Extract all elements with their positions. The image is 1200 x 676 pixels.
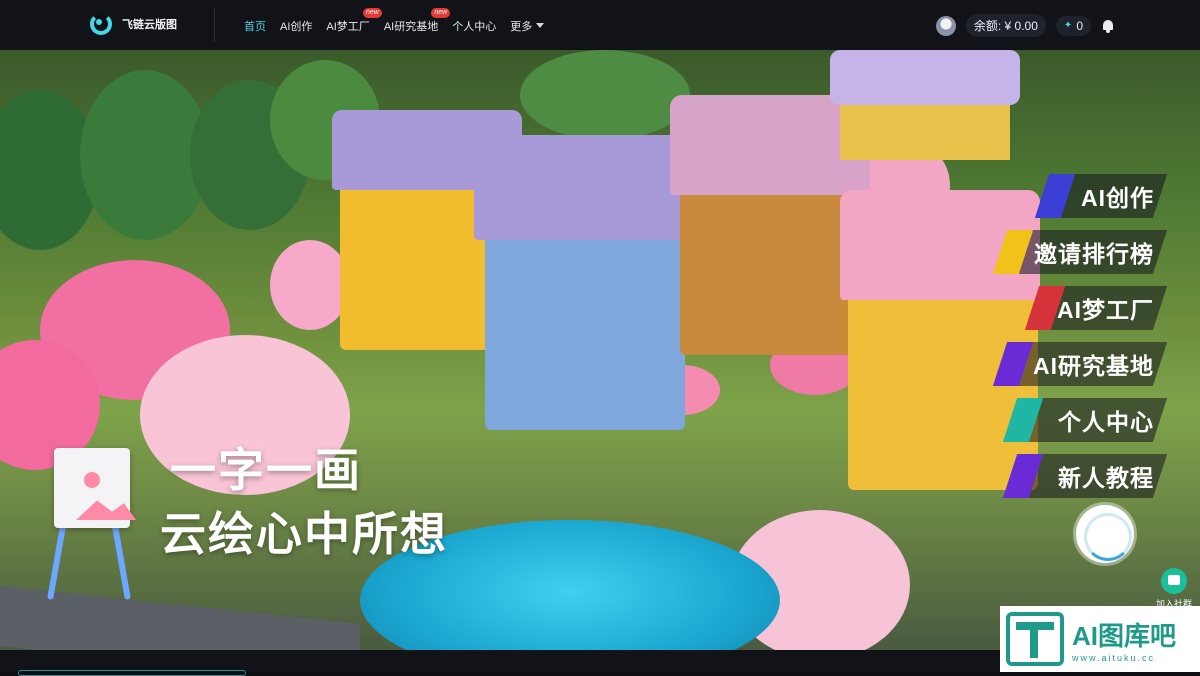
- nav-item-profile[interactable]: 个人中心: [452, 18, 496, 34]
- nav-item-home[interactable]: 首页: [244, 18, 266, 34]
- balance-display[interactable]: 余额: ¥ 0.00: [965, 14, 1046, 37]
- hero-slogan: 一字一画 云绘心中所想: [160, 438, 448, 566]
- side-item-ai-research[interactable]: AI研究基地: [992, 342, 1168, 386]
- brand-name: 飞链云版图: [122, 19, 177, 31]
- brand-logo[interactable]: 飞链云版图: [90, 13, 177, 35]
- nav-divider: [214, 8, 215, 42]
- bottom-bar: [0, 650, 1000, 672]
- side-item-ai-create[interactable]: AI创作: [1034, 174, 1168, 218]
- side-menu: AI创作 邀请排行榜 AI梦工厂 AI研究基地 个人中心 新人教程: [992, 174, 1168, 498]
- nav-item-ai-create[interactable]: AI创作: [280, 18, 312, 34]
- hero-line-1: 一字一画: [170, 444, 362, 496]
- nav-item-ai-research[interactable]: AI研究基地 new: [384, 8, 451, 34]
- easel-icon: [40, 440, 140, 600]
- chevron-down-icon: [536, 23, 545, 28]
- account-area: 余额: ¥ 0.00 ✦ 0: [935, 14, 1115, 37]
- side-item-profile[interactable]: 个人中心: [1002, 398, 1168, 442]
- watermark-logo-icon: [1006, 612, 1064, 666]
- bottom-pill[interactable]: [18, 670, 246, 676]
- hero-banner: 一字一画 云绘心中所想 AI创作 邀请排行榜 AI梦工厂 AI研究基地 个人中心…: [0, 50, 1200, 650]
- floating-orb-button[interactable]: [1076, 505, 1134, 563]
- nav-item-ai-factory[interactable]: AI梦工厂 new: [326, 8, 382, 34]
- watermark-title: AI图库吧: [1072, 620, 1177, 651]
- logo-icon: [90, 13, 112, 35]
- avatar[interactable]: [935, 15, 956, 36]
- watermark: AI图库吧 www.aituku.cc: [1000, 606, 1200, 672]
- side-item-tutorial[interactable]: 新人教程: [1002, 454, 1168, 498]
- points-display[interactable]: ✦ 0: [1055, 15, 1091, 36]
- main-nav: 首页 AI创作 AI梦工厂 new AI研究基地 new 个人中心 更多: [244, 8, 545, 34]
- watermark-url: www.aituku.cc: [1072, 652, 1156, 663]
- bell-icon[interactable]: [1101, 19, 1115, 33]
- side-item-invite-ranking[interactable]: 邀请排行榜: [992, 230, 1168, 274]
- back-house: [830, 50, 1020, 160]
- new-badge: new: [431, 8, 451, 18]
- top-navbar: 飞链云版图 首页 AI创作 AI梦工厂 new AI研究基地 new 个人中心 更多…: [0, 0, 1200, 50]
- tree-decoration: [520, 50, 690, 140]
- join-community-button[interactable]: 加入社群: [1152, 568, 1196, 610]
- sparkle-icon: ✦: [1063, 20, 1073, 31]
- points-value: 0: [1076, 18, 1083, 33]
- new-badge: new: [362, 8, 382, 18]
- side-item-ai-factory[interactable]: AI梦工厂: [1024, 286, 1168, 330]
- chat-icon: [1161, 568, 1187, 594]
- tree-decoration: [270, 240, 350, 330]
- hero-line-2: 云绘心中所想: [160, 508, 448, 560]
- nav-item-more[interactable]: 更多: [510, 18, 545, 34]
